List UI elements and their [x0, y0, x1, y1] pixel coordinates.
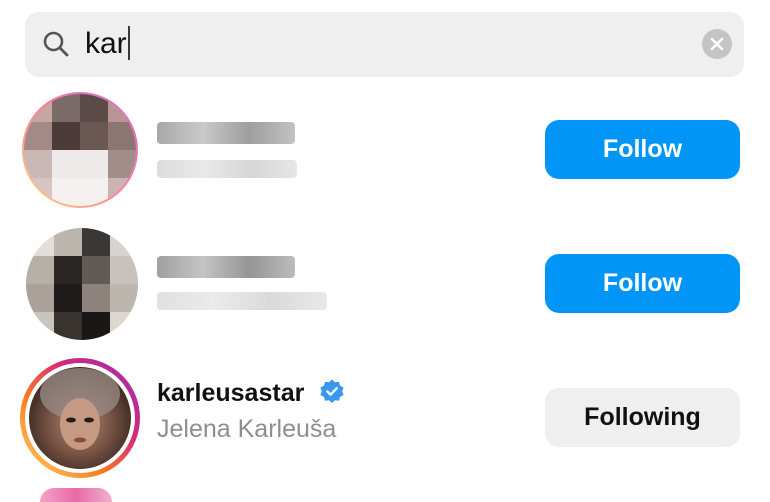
blurred-username: [157, 122, 295, 144]
follow-button[interactable]: Follow: [545, 120, 740, 179]
username[interactable]: karleusastar: [157, 379, 304, 408]
following-button[interactable]: Following: [545, 388, 740, 447]
clear-icon: [710, 37, 724, 51]
pixelated-avatar-icon: [26, 228, 138, 340]
blurred-full-name: [157, 160, 297, 178]
text-caret: [127, 26, 130, 60]
partial-avatar: [40, 488, 112, 502]
search-input[interactable]: kar: [85, 26, 130, 62]
follow-button[interactable]: Follow: [545, 254, 740, 313]
pixelated-avatar-icon: [24, 94, 136, 206]
search-result-row[interactable]: karleusastar Jelena Karleuša Following: [0, 350, 770, 480]
avatar[interactable]: [26, 228, 138, 340]
search-result-row[interactable]: Follow: [0, 218, 770, 348]
clear-search-button[interactable]: [702, 29, 732, 59]
search-bar[interactable]: kar: [25, 12, 744, 77]
story-ring: [20, 358, 140, 478]
verified-badge-icon: [320, 379, 344, 403]
blurred-username: [157, 256, 295, 278]
search-result-row[interactable]: Follow: [0, 84, 770, 214]
search-icon: [41, 29, 71, 59]
full-name: Jelena Karleuša: [157, 415, 337, 443]
blurred-full-name: [157, 292, 327, 310]
avatar[interactable]: [24, 94, 136, 206]
